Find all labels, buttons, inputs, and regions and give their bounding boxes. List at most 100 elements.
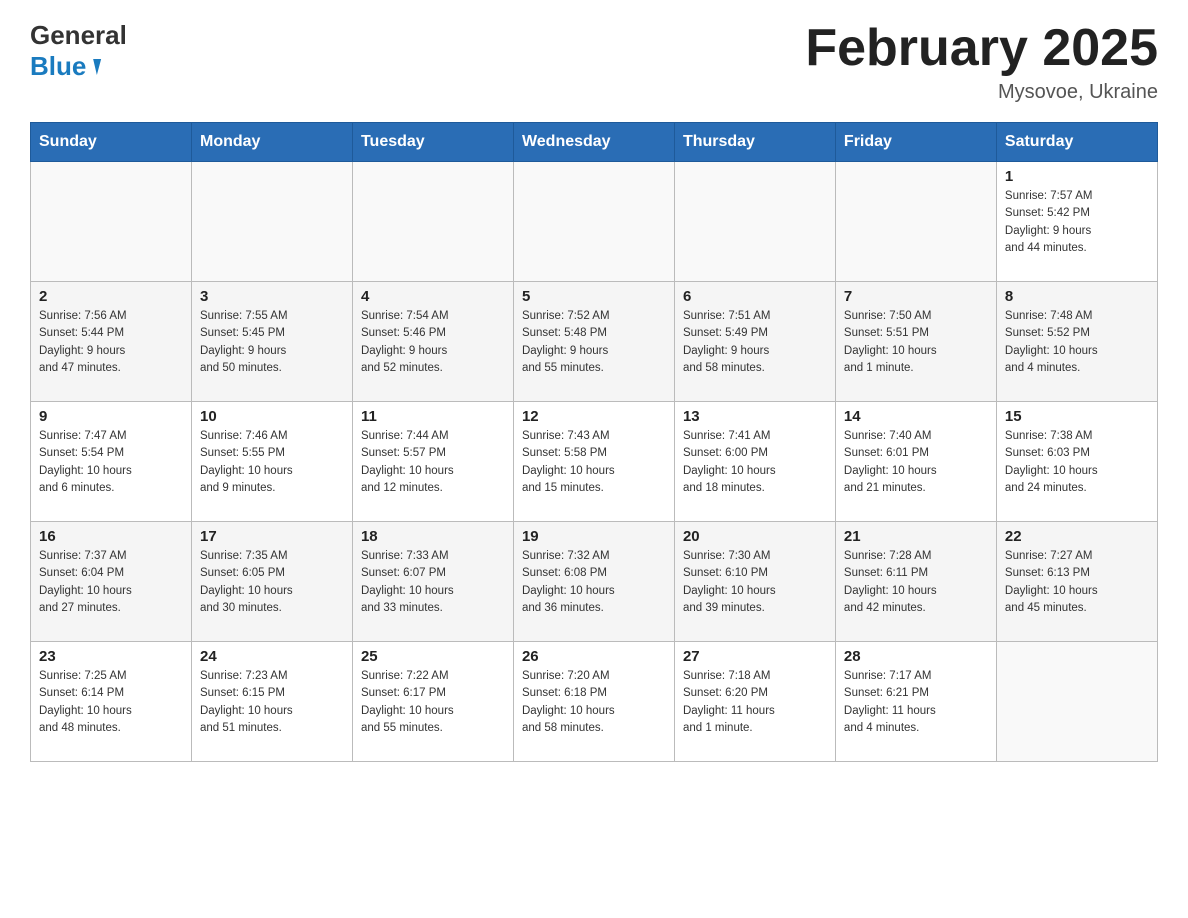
day-info: Sunrise: 7:20 AMSunset: 6:18 PMDaylight:… <box>522 668 666 737</box>
day-number: 12 <box>522 408 666 425</box>
calendar-cell: 20 Sunrise: 7:30 AMSunset: 6:10 PMDayligh… <box>674 522 835 642</box>
calendar-cell: 13 Sunrise: 7:41 AMSunset: 6:00 PMDayligh… <box>674 402 835 522</box>
day-number: 6 <box>683 288 827 305</box>
day-info: Sunrise: 7:46 AMSunset: 5:55 PMDaylight:… <box>200 428 344 497</box>
calendar-cell: 19 Sunrise: 7:32 AMSunset: 6:08 PMDayligh… <box>513 522 674 642</box>
day-info: Sunrise: 7:22 AMSunset: 6:17 PMDaylight:… <box>361 668 505 737</box>
day-number: 14 <box>844 408 988 425</box>
calendar-cell: 18 Sunrise: 7:33 AMSunset: 6:07 PMDayligh… <box>352 522 513 642</box>
day-number: 10 <box>200 408 344 425</box>
day-info: Sunrise: 7:43 AMSunset: 5:58 PMDaylight:… <box>522 428 666 497</box>
day-info: Sunrise: 7:32 AMSunset: 6:08 PMDaylight:… <box>522 548 666 617</box>
logo-general: General <box>30 20 127 51</box>
day-number: 13 <box>683 408 827 425</box>
calendar-cell: 5 Sunrise: 7:52 AMSunset: 5:48 PMDaylight… <box>513 282 674 402</box>
day-info: Sunrise: 7:57 AMSunset: 5:42 PMDaylight:… <box>1005 188 1149 257</box>
day-number: 25 <box>361 648 505 665</box>
calendar-cell: 23 Sunrise: 7:25 AMSunset: 6:14 PMDayligh… <box>31 642 192 762</box>
calendar-cell: 12 Sunrise: 7:43 AMSunset: 5:58 PMDayligh… <box>513 402 674 522</box>
calendar-cell <box>31 162 192 282</box>
calendar-cell <box>513 162 674 282</box>
calendar-cell: 27 Sunrise: 7:18 AMSunset: 6:20 PMDayligh… <box>674 642 835 762</box>
day-info: Sunrise: 7:51 AMSunset: 5:49 PMDaylight:… <box>683 308 827 377</box>
calendar-cell: 14Sunrise: 7:40 AMSunset: 6:01 PMDayligh… <box>835 402 996 522</box>
day-info: Sunrise: 7:56 AMSunset: 5:44 PMDaylight:… <box>39 308 183 377</box>
day-number: 5 <box>522 288 666 305</box>
day-of-week-header: Thursday <box>674 123 835 162</box>
day-info: Sunrise: 7:48 AMSunset: 5:52 PMDaylight:… <box>1005 308 1149 377</box>
calendar-cell: 15 Sunrise: 7:38 AMSunset: 6:03 PMDayligh… <box>996 402 1157 522</box>
day-number: 21 <box>844 528 988 545</box>
day-number: 3 <box>200 288 344 305</box>
calendar-cell: 22 Sunrise: 7:27 AMSunset: 6:13 PMDayligh… <box>996 522 1157 642</box>
month-title: February 2025 <box>805 20 1158 77</box>
day-number: 19 <box>522 528 666 545</box>
calendar-cell <box>835 162 996 282</box>
calendar-week-row: 16 Sunrise: 7:37 AMSunset: 6:04 PMDayligh… <box>31 522 1158 642</box>
calendar-cell: 2 Sunrise: 7:56 AMSunset: 5:44 PMDaylight… <box>31 282 192 402</box>
logo-chevron-icon <box>89 59 101 75</box>
day-info: Sunrise: 7:33 AMSunset: 6:07 PMDaylight:… <box>361 548 505 617</box>
day-info: Sunrise: 7:17 AMSunset: 6:21 PMDaylight:… <box>844 668 988 737</box>
title-area: February 2025 Mysovoe, Ukraine <box>805 20 1158 104</box>
day-info: Sunrise: 7:41 AMSunset: 6:00 PMDaylight:… <box>683 428 827 497</box>
day-info: Sunrise: 7:28 AMSunset: 6:11 PMDaylight:… <box>844 548 988 617</box>
day-number: 16 <box>39 528 183 545</box>
day-number: 28 <box>844 648 988 665</box>
day-info: Sunrise: 7:55 AMSunset: 5:45 PMDaylight:… <box>200 308 344 377</box>
calendar-cell <box>191 162 352 282</box>
calendar-table: SundayMondayTuesdayWednesdayThursdayFrid… <box>30 122 1158 762</box>
day-info: Sunrise: 7:35 AMSunset: 6:05 PMDaylight:… <box>200 548 344 617</box>
calendar-cell: 25 Sunrise: 7:22 AMSunset: 6:17 PMDayligh… <box>352 642 513 762</box>
day-number: 9 <box>39 408 183 425</box>
day-info: Sunrise: 7:30 AMSunset: 6:10 PMDaylight:… <box>683 548 827 617</box>
day-number: 15 <box>1005 408 1149 425</box>
day-info: Sunrise: 7:54 AMSunset: 5:46 PMDaylight:… <box>361 308 505 377</box>
day-number: 1 <box>1005 168 1149 185</box>
day-info: Sunrise: 7:27 AMSunset: 6:13 PMDaylight:… <box>1005 548 1149 617</box>
day-number: 8 <box>1005 288 1149 305</box>
day-number: 11 <box>361 408 505 425</box>
logo: General Blue <box>30 20 127 82</box>
day-info: Sunrise: 7:37 AMSunset: 6:04 PMDaylight:… <box>39 548 183 617</box>
day-number: 2 <box>39 288 183 305</box>
calendar-cell: 4 Sunrise: 7:54 AMSunset: 5:46 PMDaylight… <box>352 282 513 402</box>
calendar-cell: 6 Sunrise: 7:51 AMSunset: 5:49 PMDaylight… <box>674 282 835 402</box>
calendar-week-row: 23 Sunrise: 7:25 AMSunset: 6:14 PMDayligh… <box>31 642 1158 762</box>
calendar-cell: 3 Sunrise: 7:55 AMSunset: 5:45 PMDaylight… <box>191 282 352 402</box>
calendar-cell <box>352 162 513 282</box>
calendar-cell: 7 Sunrise: 7:50 AMSunset: 5:51 PMDaylight… <box>835 282 996 402</box>
day-number: 27 <box>683 648 827 665</box>
day-info: Sunrise: 7:38 AMSunset: 6:03 PMDaylight:… <box>1005 428 1149 497</box>
day-info: Sunrise: 7:25 AMSunset: 6:14 PMDaylight:… <box>39 668 183 737</box>
day-info: Sunrise: 7:44 AMSunset: 5:57 PMDaylight:… <box>361 428 505 497</box>
page-header: General Blue February 2025 Mysovoe, Ukra… <box>30 20 1158 104</box>
day-number: 4 <box>361 288 505 305</box>
calendar-header-row: SundayMondayTuesdayWednesdayThursdayFrid… <box>31 123 1158 162</box>
day-number: 7 <box>844 288 988 305</box>
day-number: 18 <box>361 528 505 545</box>
day-number: 22 <box>1005 528 1149 545</box>
calendar-week-row: 2 Sunrise: 7:56 AMSunset: 5:44 PMDaylight… <box>31 282 1158 402</box>
calendar-cell: 10 Sunrise: 7:46 AMSunset: 5:55 PMDayligh… <box>191 402 352 522</box>
day-number: 17 <box>200 528 344 545</box>
calendar-cell: 16 Sunrise: 7:37 AMSunset: 6:04 PMDayligh… <box>31 522 192 642</box>
day-of-week-header: Sunday <box>31 123 192 162</box>
calendar-cell: 9 Sunrise: 7:47 AMSunset: 5:54 PMDaylight… <box>31 402 192 522</box>
day-of-week-header: Saturday <box>996 123 1157 162</box>
day-info: Sunrise: 7:23 AMSunset: 6:15 PMDaylight:… <box>200 668 344 737</box>
day-info: Sunrise: 7:18 AMSunset: 6:20 PMDaylight:… <box>683 668 827 737</box>
calendar-cell: 28 Sunrise: 7:17 AMSunset: 6:21 PMDayligh… <box>835 642 996 762</box>
calendar-cell <box>674 162 835 282</box>
calendar-cell <box>996 642 1157 762</box>
location-label: Mysovoe, Ukraine <box>805 81 1158 104</box>
day-number: 20 <box>683 528 827 545</box>
calendar-cell: 24Sunrise: 7:23 AMSunset: 6:15 PMDayligh… <box>191 642 352 762</box>
day-number: 26 <box>522 648 666 665</box>
day-of-week-header: Wednesday <box>513 123 674 162</box>
day-info: Sunrise: 7:50 AMSunset: 5:51 PMDaylight:… <box>844 308 988 377</box>
day-info: Sunrise: 7:52 AMSunset: 5:48 PMDaylight:… <box>522 308 666 377</box>
day-info: Sunrise: 7:47 AMSunset: 5:54 PMDaylight:… <box>39 428 183 497</box>
day-number: 23 <box>39 648 183 665</box>
calendar-cell: 8 Sunrise: 7:48 AMSunset: 5:52 PMDaylight… <box>996 282 1157 402</box>
